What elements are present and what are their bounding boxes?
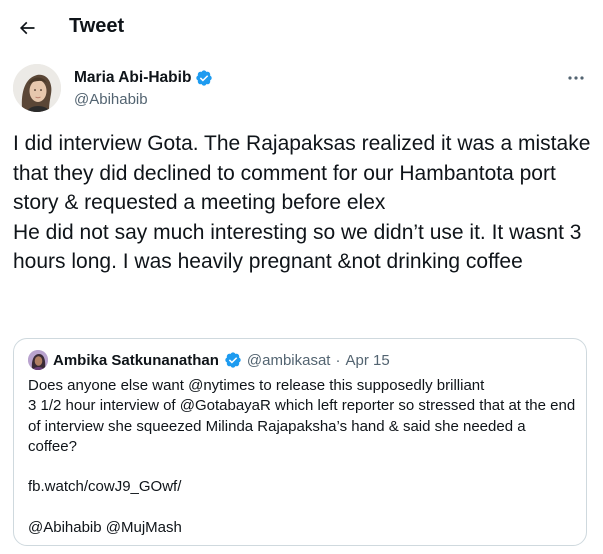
author-handle[interactable]: @Abihabib bbox=[74, 91, 148, 108]
quoted-avatar-image bbox=[28, 350, 48, 370]
author-row: Maria Abi-Habib @Abihabib bbox=[13, 64, 593, 116]
page-title: Tweet bbox=[69, 15, 125, 37]
author-name-line: Maria Abi-Habib bbox=[74, 69, 213, 87]
more-options-button[interactable] bbox=[561, 66, 591, 90]
separator-dot: · bbox=[335, 351, 341, 369]
quoted-author-handle[interactable]: @ambikasat bbox=[247, 352, 331, 369]
header: Tweet bbox=[0, 0, 603, 56]
quoted-tweet-text: Does anyone else want @nytimes to releas… bbox=[28, 377, 576, 537]
quoted-tweet-header: Ambika Satkunanathan @ambikasat · Apr 15 bbox=[28, 350, 390, 370]
quoted-avatar bbox=[28, 350, 48, 370]
verified-badge-icon bbox=[225, 352, 241, 368]
avatar-image bbox=[13, 64, 61, 112]
tweet-page: Tweet Maria Abi-Habib @Abihabib I did in… bbox=[0, 0, 603, 554]
author-name[interactable]: Maria Abi-Habib bbox=[74, 69, 191, 87]
quoted-date[interactable]: Apr 15 bbox=[345, 352, 389, 369]
arrow-left-icon bbox=[19, 21, 35, 35]
quoted-author-name[interactable]: Ambika Satkunanathan bbox=[53, 352, 219, 369]
more-horizontal-icon bbox=[568, 76, 584, 80]
verified-badge-icon bbox=[196, 70, 213, 86]
avatar[interactable] bbox=[13, 64, 61, 112]
back-button[interactable] bbox=[10, 11, 44, 45]
tweet-text: I did interview Gota. The Rajapaksas rea… bbox=[13, 132, 591, 273]
quoted-tweet[interactable]: Ambika Satkunanathan @ambikasat · Apr 15… bbox=[13, 338, 587, 546]
